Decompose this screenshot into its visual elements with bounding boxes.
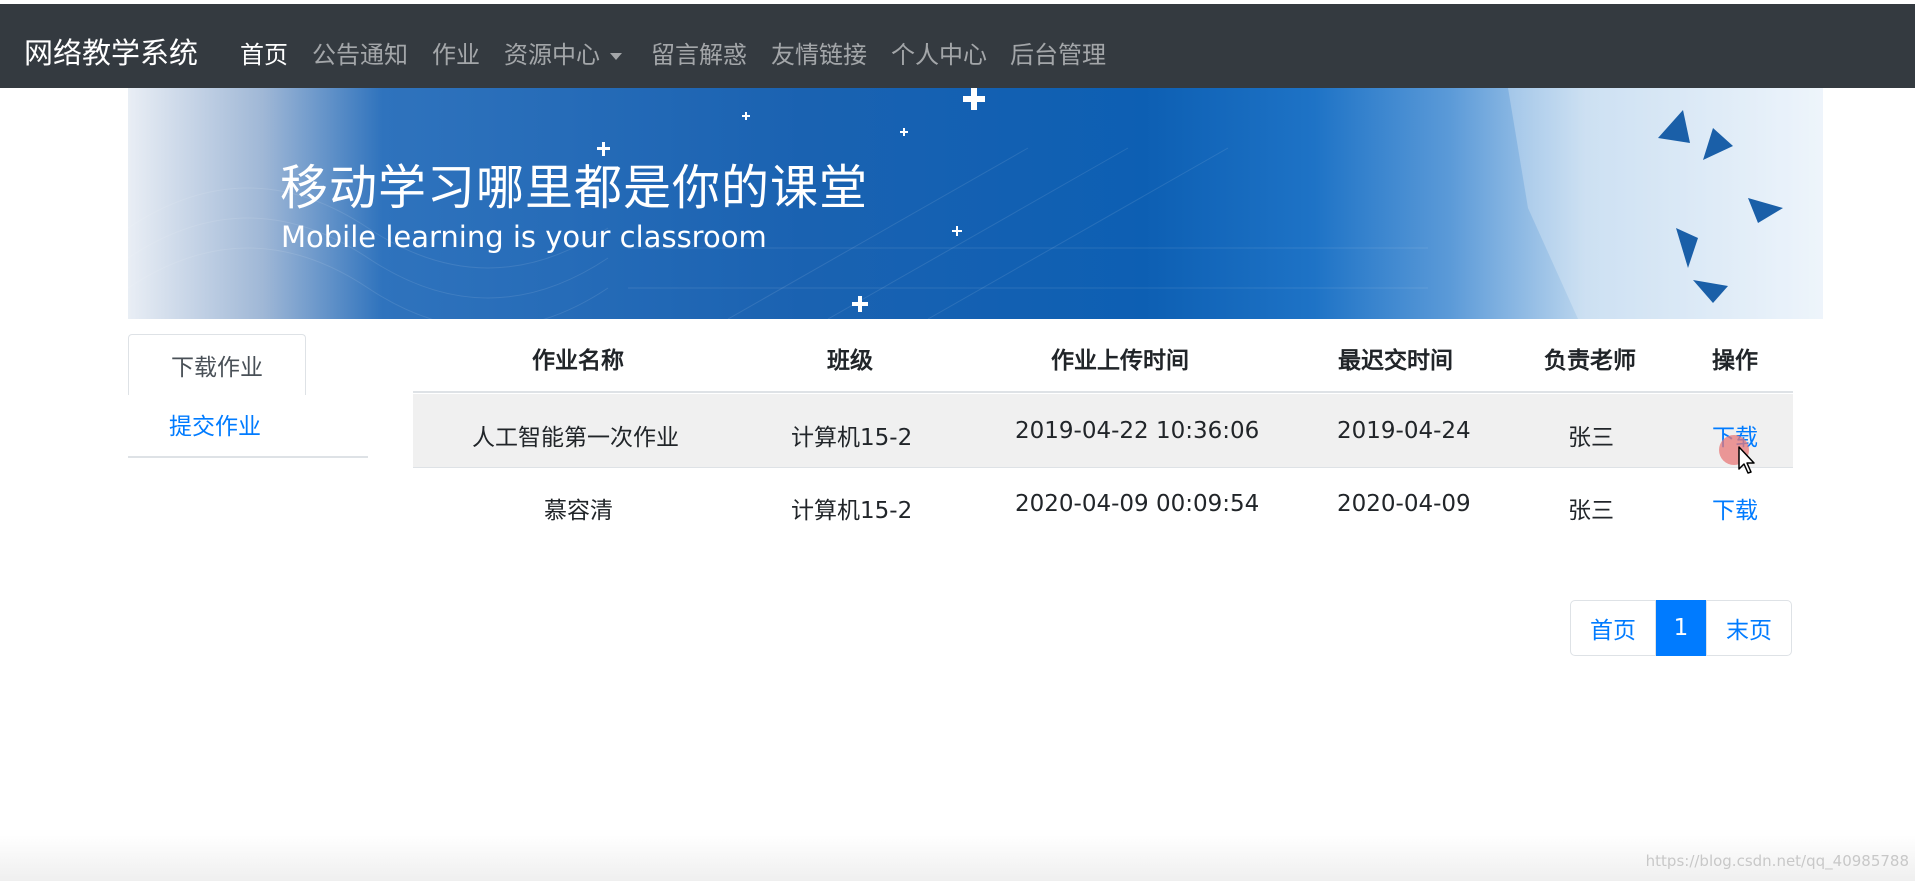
col-header-deadline: 最迟交时间 bbox=[1338, 348, 1453, 374]
nav-links[interactable]: 友情链接 bbox=[771, 35, 867, 70]
hero-banner: 移动学习哪里都是你的课堂 Mobile learning is your cla… bbox=[128, 88, 1823, 319]
download-link[interactable]: 下载 bbox=[1712, 491, 1758, 525]
cell-homework-name: 人工智能第一次作业 bbox=[472, 425, 679, 451]
pagination: 首页 1 末页 bbox=[1570, 600, 1792, 656]
cell-class: 计算机15-2 bbox=[791, 425, 913, 451]
page-last-button[interactable]: 末页 bbox=[1706, 600, 1792, 656]
tab-download-homework[interactable]: 下载作业 bbox=[128, 334, 306, 395]
nav-resources-dropdown[interactable]: 资源中心 bbox=[504, 35, 622, 70]
col-header-teacher: 负责老师 bbox=[1544, 348, 1636, 374]
mouse-pointer-icon bbox=[1738, 446, 1755, 474]
nav-admin[interactable]: 后台管理 bbox=[1010, 35, 1106, 70]
page-first-button[interactable]: 首页 bbox=[1570, 600, 1656, 656]
page-footer-shade bbox=[0, 835, 1915, 881]
watermark-text: https://blog.csdn.net/qq_40985788 bbox=[1645, 852, 1909, 870]
chevron-down-icon bbox=[610, 52, 622, 60]
nav-resources-label: 资源中心 bbox=[504, 41, 600, 69]
table-header-divider bbox=[413, 391, 1793, 393]
cell-upload-time: 2019-04-22 10:36:06 bbox=[1015, 418, 1260, 444]
banner-title-cn: 移动学习哪里都是你的课堂 bbox=[280, 160, 869, 216]
page-current-button[interactable]: 1 bbox=[1656, 600, 1706, 656]
nav-personal-center[interactable]: 个人中心 bbox=[891, 35, 987, 70]
cell-homework-name: 慕容清 bbox=[544, 498, 613, 524]
col-header-action: 操作 bbox=[1712, 348, 1758, 374]
top-navbar: 网络教学系统 首页 公告通知 作业 资源中心 留言解惑 友情链接 个人中心 后台… bbox=[0, 0, 1915, 88]
nav-homework[interactable]: 作业 bbox=[432, 35, 480, 70]
cell-teacher: 张三 bbox=[1568, 425, 1614, 451]
col-header-upload-time: 作业上传时间 bbox=[1051, 348, 1189, 374]
tab-submit-homework[interactable]: 提交作业 bbox=[128, 396, 368, 458]
cell-teacher: 张三 bbox=[1568, 498, 1614, 524]
nav-qa[interactable]: 留言解惑 bbox=[651, 35, 747, 70]
nav-announcements[interactable]: 公告通知 bbox=[312, 35, 408, 70]
cell-upload-time: 2020-04-09 00:09:54 bbox=[1015, 491, 1260, 517]
cell-class: 计算机15-2 bbox=[791, 498, 913, 524]
nav-home[interactable]: 首页 bbox=[240, 35, 288, 70]
site-brand[interactable]: 网络教学系统 bbox=[24, 30, 198, 72]
col-header-class: 班级 bbox=[827, 348, 873, 374]
col-header-name: 作业名称 bbox=[532, 348, 624, 374]
cell-deadline: 2019-04-24 bbox=[1337, 418, 1471, 444]
banner-title-en: Mobile learning is your classroom bbox=[281, 220, 767, 254]
cell-deadline: 2020-04-09 bbox=[1337, 491, 1471, 517]
